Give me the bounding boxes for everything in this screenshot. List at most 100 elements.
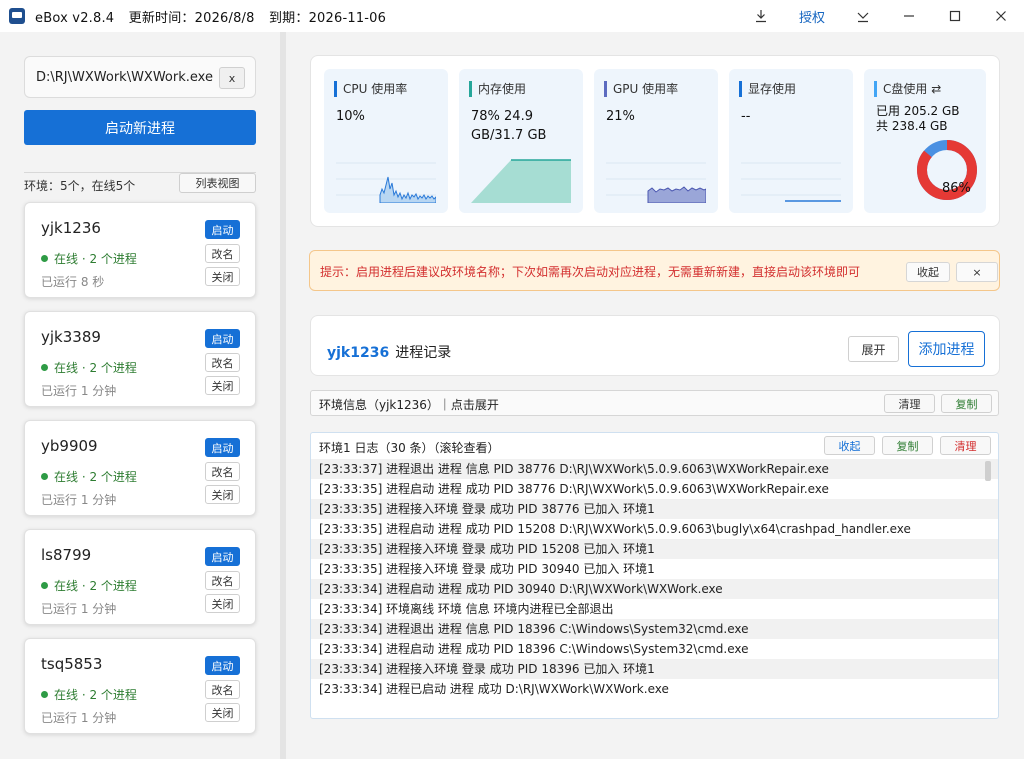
record-title: yjk1236 进程记录 <box>327 345 452 361</box>
online-dot-icon <box>41 691 48 698</box>
vram-card: 显存使用 -- <box>729 69 853 213</box>
env-info-clear-button[interactable]: 清理 <box>884 394 935 413</box>
env-rename-button[interactable]: 改名 <box>205 244 240 263</box>
sidebar: D:\RJ\WXWork\WXWork.exe x 启动新进程 环境：5个，在线… <box>0 32 280 759</box>
minimize-button[interactable] <box>886 0 932 32</box>
log-row: [23:33:34] 进程已启动 进程 成功 D:\RJ\WXWork\WXWo… <box>319 682 669 696</box>
disk-percent: 86% <box>942 181 971 196</box>
env-uptime: 已运行 1 分钟 <box>41 602 117 616</box>
gpu-value: 21% <box>606 109 635 124</box>
env-rename-button[interactable]: 改名 <box>205 571 240 590</box>
env-start-button[interactable]: 启动 <box>205 220 240 239</box>
log-row: [23:33:35] 进程启动 进程 成功 PID 38776 D:\RJ\WX… <box>319 482 829 496</box>
list-view-button[interactable]: 列表视图 <box>179 173 256 193</box>
log-clear-button[interactable]: 清理 <box>940 436 991 455</box>
online-dot-icon <box>41 255 48 262</box>
authorize-button[interactable]: 授权 <box>784 0 840 32</box>
process-record-header: yjk1236 进程记录 展开 添加进程 <box>310 315 1000 376</box>
update-time: 更新时间：2026/8/8 <box>128 10 255 26</box>
sidebar-splitter[interactable] <box>280 32 286 759</box>
maximize-button[interactable] <box>932 0 978 32</box>
env-start-button[interactable]: 启动 <box>205 438 240 457</box>
log-row: [23:33:35] 进程接入环境 登录 成功 PID 38776 已加入 环境… <box>311 499 998 519</box>
env-info-bar[interactable]: 环境信息（yjk1236）｜点击展开 清理 复制 <box>310 390 999 416</box>
online-dot-icon <box>41 364 48 371</box>
env-close-button[interactable]: 关闭 <box>205 594 240 613</box>
memory-card: 内存使用 78% 24.9 GB/31.7 GB <box>459 69 583 213</box>
hint-close-button[interactable]: × <box>956 262 998 282</box>
env-card[interactable]: yjk3389 在线 · 2 个进程 已运行 1 分钟 启动 改名 关闭 <box>24 311 256 407</box>
hint-collapse-button[interactable]: 收起 <box>906 262 950 282</box>
env-card[interactable]: ls8799 在线 · 2 个进程 已运行 1 分钟 启动 改名 关闭 <box>24 529 256 625</box>
vram-value: -- <box>741 109 751 124</box>
env-close-button[interactable]: 关闭 <box>205 376 240 395</box>
gpu-label: GPU 使用率 <box>604 81 678 97</box>
app-logo-icon <box>9 8 25 24</box>
env-uptime: 已运行 1 分钟 <box>41 384 117 398</box>
env-uptime: 已运行 1 分钟 <box>41 711 117 725</box>
env-start-button[interactable]: 启动 <box>205 329 240 348</box>
clear-path-button[interactable]: x <box>219 67 245 89</box>
exe-path-input[interactable]: D:\RJ\WXWork\WXWork.exe x <box>24 56 256 98</box>
env-info-text: 环境信息（yjk1236）｜点击展开 <box>319 398 499 412</box>
log-list: [23:33:37] 进程退出 进程 信息 PID 38776 D:\RJ\WX… <box>311 459 998 699</box>
env-status: 在线 · 2 个进程 <box>41 468 137 485</box>
env-rename-button[interactable]: 改名 <box>205 680 240 699</box>
log-row: [23:33:37] 进程退出 进程 信息 PID 38776 D:\RJ\WX… <box>311 459 998 479</box>
disk-total: 共 238.4 GB <box>876 119 948 133</box>
env-rename-button[interactable]: 改名 <box>205 353 240 372</box>
record-expand-button[interactable]: 展开 <box>848 336 899 362</box>
expire-date: 到期：2026-11-06 <box>268 10 387 26</box>
cpu-value: 10% <box>336 109 365 124</box>
env-uptime: 已运行 8 秒 <box>41 275 105 289</box>
vram-label: 显存使用 <box>739 81 796 97</box>
memory-label: 内存使用 <box>469 81 526 97</box>
log-row: [23:33:35] 进程接入环境 登录 成功 PID 30940 已加入 环境… <box>319 562 655 576</box>
log-row: [23:33:34] 进程退出 进程 信息 PID 18396 C:\Windo… <box>311 619 998 639</box>
env-summary: 环境：5个，在线5个 <box>24 179 136 193</box>
download-icon[interactable] <box>738 0 784 32</box>
env-start-button[interactable]: 启动 <box>205 656 240 675</box>
disk-label[interactable]: C盘使用 ⇄ <box>874 81 941 97</box>
log-scrollbar[interactable] <box>985 461 991 481</box>
env-status: 在线 · 2 个进程 <box>41 250 137 267</box>
env-close-button[interactable]: 关闭 <box>205 485 240 504</box>
start-new-process-button[interactable]: 启动新进程 <box>24 110 256 145</box>
app-version: eBox v2.8.4 <box>35 10 115 26</box>
env-status: 在线 · 2 个进程 <box>41 577 137 594</box>
env-status: 在线 · 2 个进程 <box>41 686 137 703</box>
env-card[interactable]: tsq5853 在线 · 2 个进程 已运行 1 分钟 启动 改名 关闭 <box>24 638 256 734</box>
env-card[interactable]: yb9909 在线 · 2 个进程 已运行 1 分钟 启动 改名 关闭 <box>24 420 256 516</box>
log-collapse-button[interactable]: 收起 <box>824 436 875 455</box>
env-start-button[interactable]: 启动 <box>205 547 240 566</box>
online-dot-icon <box>41 582 48 589</box>
env-name: yjk1236 <box>41 219 101 237</box>
log-row: [23:33:35] 进程启动 进程 成功 PID 15208 D:\RJ\WX… <box>319 522 911 536</box>
log-copy-button[interactable]: 复制 <box>882 436 933 455</box>
disk-card: C盘使用 ⇄ 已用 205.2 GB 共 238.4 GB 86% <box>864 69 986 213</box>
env-name: tsq5853 <box>41 655 103 673</box>
collapse-down-icon[interactable] <box>840 0 886 32</box>
env-info-copy-button[interactable]: 复制 <box>941 394 992 413</box>
cpu-card: CPU 使用率 10% <box>324 69 448 213</box>
vram-sparkline <box>741 162 841 202</box>
close-window-button[interactable] <box>978 0 1024 32</box>
env-name: yjk3389 <box>41 328 101 346</box>
env-rename-button[interactable]: 改名 <box>205 462 240 481</box>
gpu-sparkline <box>606 162 706 203</box>
memory-sparkline <box>471 159 571 203</box>
add-process-button[interactable]: 添加进程 <box>908 331 985 367</box>
hint-bar: 提示：启用进程后建议改环境名称；下次如需再次启动对应进程，无需重新新建，直接启动… <box>309 250 1000 291</box>
log-panel[interactable]: 环境1 日志（30 条）（滚轮查看） 收起 复制 清理 [23:33:37] 进… <box>310 432 999 719</box>
log-header: 环境1 日志（30 条）（滚轮查看） <box>319 441 500 455</box>
env-close-button[interactable]: 关闭 <box>205 703 240 722</box>
env-close-button[interactable]: 关闭 <box>205 267 240 286</box>
log-row: [23:33:35] 进程接入环境 登录 成功 PID 15208 已加入 环境… <box>311 539 998 559</box>
exe-path-value: D:\RJ\WXWork\WXWork.exe <box>36 69 213 85</box>
env-card[interactable]: yjk1236 在线 · 2 个进程 已运行 8 秒 启动 改名 关闭 <box>24 202 256 298</box>
memory-value: 78% 24.9 GB/31.7 GB <box>471 109 547 143</box>
cpu-label: CPU 使用率 <box>334 81 407 97</box>
disk-used: 已用 205.2 GB <box>876 104 960 118</box>
gpu-card: GPU 使用率 21% <box>594 69 718 213</box>
title-bar: eBox v2.8.4 更新时间：2026/8/8 到期：2026-11-06 … <box>0 0 1024 32</box>
